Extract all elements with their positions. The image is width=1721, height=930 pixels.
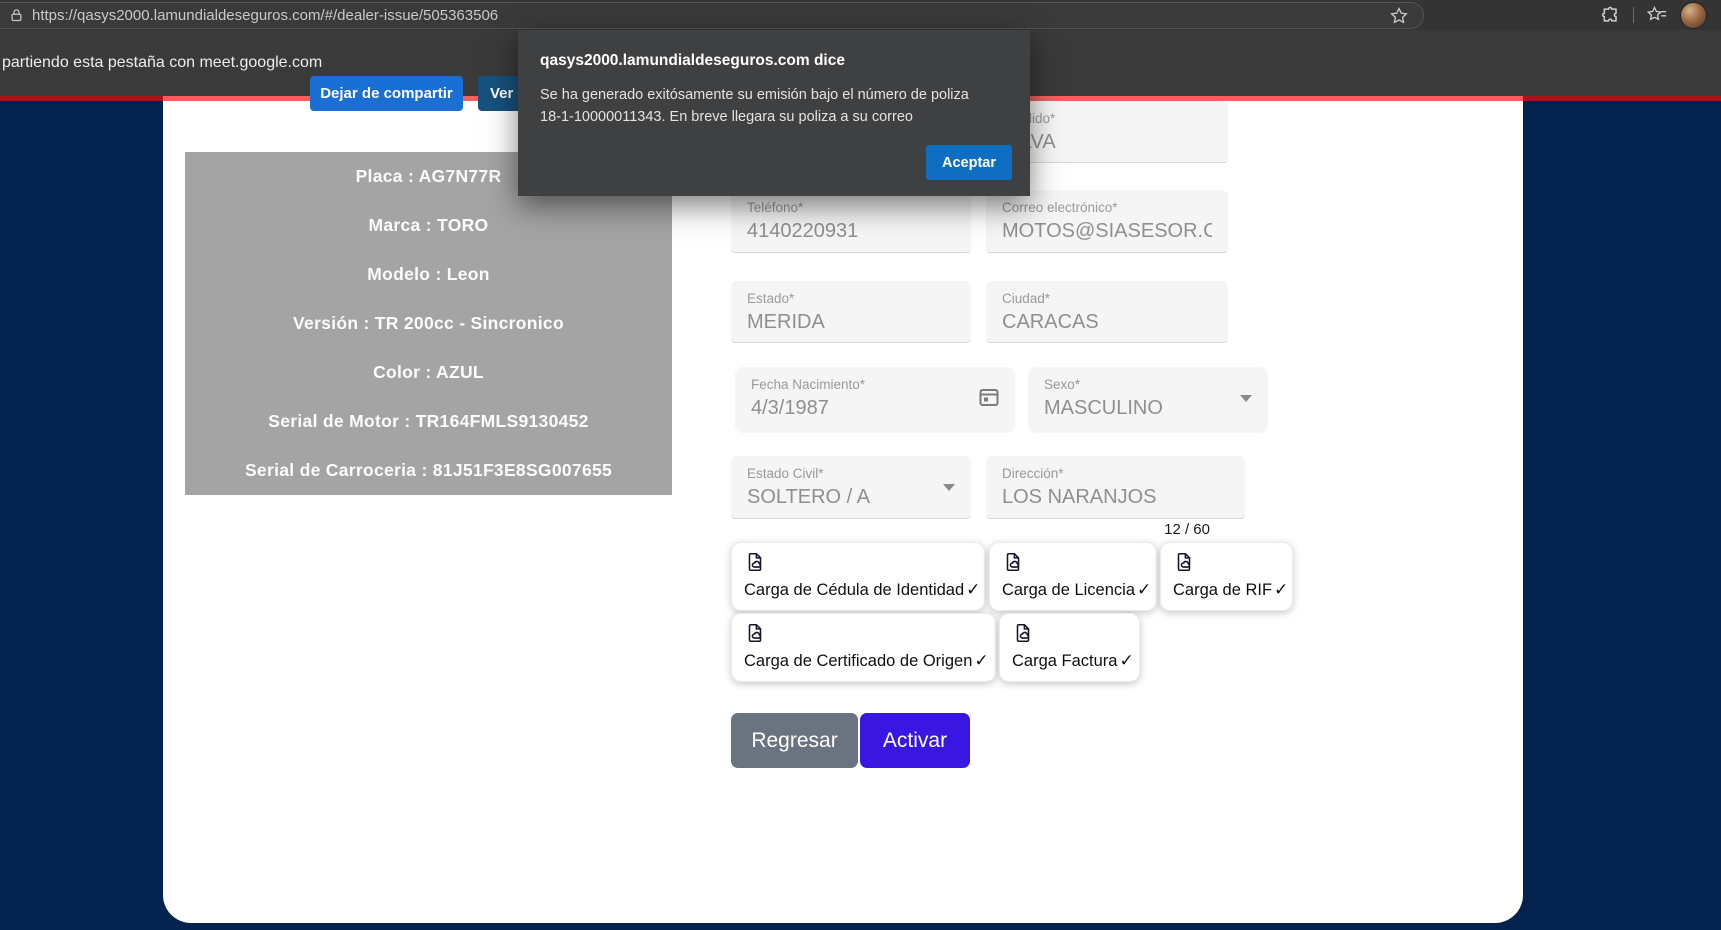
toolbar-icon-group [1601, 0, 1721, 30]
sharing-message: partiendo esta pestaña con meet.google.c… [2, 30, 322, 96]
calendar-icon[interactable] [977, 385, 1001, 409]
estado-civil-value: SOLTERO / A [747, 486, 955, 509]
check-icon: ✓ [974, 651, 988, 670]
vehicle-serial-motor: Serial de Motor : TR164FMLS9130452 [185, 397, 672, 446]
check-icon: ✓ [966, 580, 980, 599]
stop-sharing-button[interactable]: Dejar de compartir [310, 76, 463, 111]
upload-rif-button[interactable]: Carga de RIF✓ [1160, 542, 1293, 611]
fecha-nacimiento-field[interactable]: Fecha Nacimiento* 4/3/1987 [735, 367, 1015, 433]
upload-label: Carga de Licencia✓ [1002, 580, 1151, 600]
main-content-card: Placa : AG7N77R Marca : TORO Modelo : Le… [163, 101, 1523, 923]
regresar-button[interactable]: Regresar [731, 713, 858, 768]
sexo-field[interactable]: Sexo* MASCULINO [1028, 367, 1268, 433]
activar-button[interactable]: Activar [860, 713, 970, 768]
check-icon: ✓ [1119, 651, 1133, 670]
file-upload-icon [1173, 551, 1195, 573]
address-bar[interactable]: https://qasys2000.lamundialdeseguros.com… [0, 2, 1424, 29]
direccion-value: LOS NARANJOS [1002, 486, 1229, 509]
fecha-nacimiento-value: 4/3/1987 [751, 397, 999, 420]
extensions-icon[interactable] [1601, 5, 1621, 25]
upload-label: Carga Factura✓ [1012, 651, 1134, 671]
vehicle-modelo: Modelo : Leon [185, 250, 672, 299]
url-text: https://qasys2000.lamundialdeseguros.com… [32, 7, 498, 24]
direccion-char-counter: 12 / 60 [1120, 521, 1210, 538]
vehicle-version: Versión : TR 200cc - Sincronico [185, 299, 672, 348]
file-upload-icon [1012, 622, 1034, 644]
upload-label: Carga de Cédula de Identidad✓ [744, 580, 980, 600]
direccion-label: Dirección* [1002, 466, 1229, 481]
ciudad-field[interactable]: Ciudad* CARACAS [986, 281, 1228, 343]
telefono-field[interactable]: Teléfono* 4140220931 [731, 190, 971, 253]
estado-civil-dropdown-arrow-icon [943, 484, 955, 491]
sexo-value: MASCULINO [1044, 397, 1252, 420]
estado-civil-field[interactable]: Estado Civil* SOLTERO / A [731, 456, 971, 519]
estado-civil-label: Estado Civil* [747, 466, 955, 481]
sexo-dropdown-arrow-icon [1240, 395, 1252, 402]
file-upload-icon [744, 551, 766, 573]
correo-label: Correo electrónico* [1002, 200, 1212, 215]
estado-value: MERIDA [747, 311, 955, 334]
correo-value: MOTOS@SIASESOR.COI [1002, 220, 1212, 243]
bookmark-star-icon[interactable] [1389, 6, 1409, 26]
alert-dialog-title: qasys2000.lamundialdeseguros.com dice [540, 52, 845, 70]
apellido-value: SILVA [1002, 131, 1212, 154]
telefono-value: 4140220931 [747, 220, 955, 243]
vehicle-serial-carroceria: Serial de Carroceria : 81J51F3E8SG007655 [185, 446, 672, 495]
toolbar-separator [1633, 7, 1634, 23]
telefono-label: Teléfono* [747, 200, 955, 215]
correo-field[interactable]: Correo electrónico* MOTOS@SIASESOR.COI [986, 190, 1228, 253]
alert-dialog: qasys2000.lamundialdeseguros.com dice Se… [518, 30, 1030, 196]
vehicle-info-panel: Placa : AG7N77R Marca : TORO Modelo : Le… [185, 152, 672, 495]
ciudad-value: CARACAS [1002, 311, 1212, 334]
upload-factura-button[interactable]: Carga Factura✓ [999, 613, 1140, 682]
estado-label: Estado* [747, 291, 955, 306]
upload-label: Carga de RIF✓ [1173, 580, 1288, 600]
vehicle-color: Color : AZUL [185, 348, 672, 397]
upload-label: Carga de Certificado de Origen✓ [744, 651, 989, 671]
alert-dialog-message-line1: Se ha generado exitósamente su emisión b… [540, 87, 969, 103]
direccion-field[interactable]: Dirección* LOS NARANJOS [986, 456, 1245, 519]
vehicle-marca: Marca : TORO [185, 201, 672, 250]
lock-icon [9, 7, 24, 24]
check-icon: ✓ [1137, 580, 1151, 599]
fecha-nacimiento-label: Fecha Nacimiento* [751, 377, 999, 392]
profile-avatar[interactable] [1680, 2, 1707, 29]
sexo-label: Sexo* [1044, 377, 1252, 392]
collections-star-icon[interactable] [1646, 5, 1668, 25]
alert-dialog-message-line2: 18-1-10000011343. En breve llegara su po… [540, 109, 913, 125]
upload-cedula-button[interactable]: Carga de Cédula de Identidad✓ [731, 542, 985, 611]
file-upload-icon [744, 622, 766, 644]
upload-licencia-button[interactable]: Carga de Licencia✓ [989, 542, 1157, 611]
upload-certificado-origen-button[interactable]: Carga de Certificado de Origen✓ [731, 613, 996, 682]
estado-field[interactable]: Estado* MERIDA [731, 281, 971, 343]
file-upload-icon [1002, 551, 1024, 573]
check-icon: ✓ [1274, 580, 1288, 599]
apellido-label: Apellido* [1002, 111, 1212, 126]
browser-toolbar: https://qasys2000.lamundialdeseguros.com… [0, 0, 1721, 30]
aceptar-button[interactable]: Aceptar [926, 145, 1012, 180]
ciudad-label: Ciudad* [1002, 291, 1212, 306]
